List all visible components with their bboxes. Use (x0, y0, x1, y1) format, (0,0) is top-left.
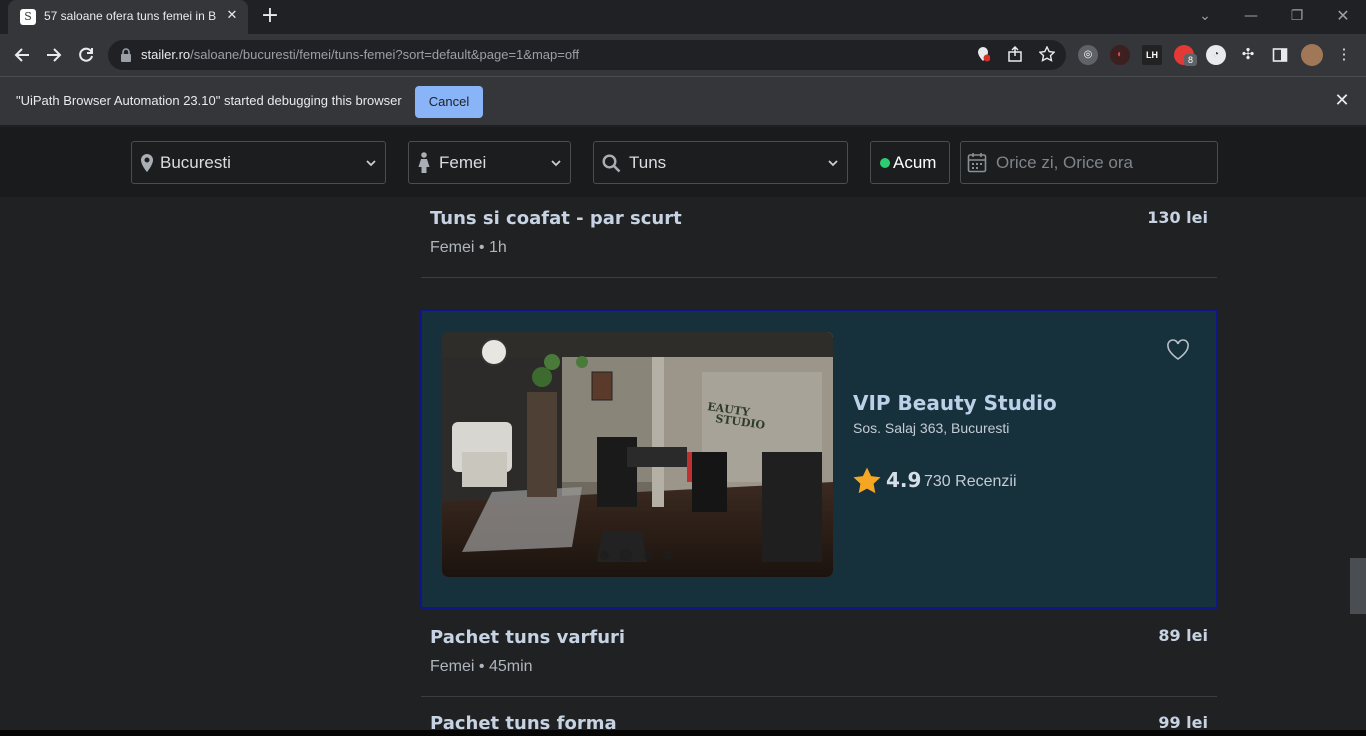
tab-favicon-icon: S (20, 9, 36, 25)
rating-value: 4.9 (886, 468, 922, 492)
now-label: Acum (893, 153, 937, 172)
restore-button[interactable]: ❐ (1285, 5, 1309, 27)
window-close-button[interactable]: ✕ (1331, 5, 1355, 27)
url-domain: stailer.ro (141, 47, 191, 62)
lock-icon[interactable] (120, 48, 132, 62)
service-meta: Femei • 45min (430, 658, 533, 675)
extension-red-icon[interactable]: ◐ (1110, 45, 1130, 65)
chevron-down-icon (828, 160, 838, 167)
service-price: 99 lei (1158, 713, 1208, 730)
browser-toolbar: stailer.ro/saloane/bucuresti/femei/tuns-… (0, 34, 1366, 76)
date-time-placeholder: Orice zi, Orice ora (996, 153, 1133, 172)
service-meta: Femei • 1h (430, 239, 507, 256)
star-icon (853, 467, 881, 494)
carousel-dot[interactable] (664, 551, 673, 560)
salon-address: Sos. Salaj 363, Bucuresti (853, 420, 1010, 436)
service-title[interactable]: Pachet tuns varfuri (430, 627, 625, 648)
new-tab-button[interactable]: + (258, 5, 282, 29)
service-price: 89 lei (1158, 626, 1208, 645)
service-title[interactable]: Tuns si coafat - par scurt (430, 208, 682, 229)
salon-card[interactable]: EAUTY STUDIO VIP Beauty Studio Sos. Sala… (420, 309, 1218, 609)
tab-title: 57 saloane ofera tuns femei in B (44, 9, 217, 23)
service-select[interactable]: Tuns (593, 141, 848, 184)
bottom-edge (0, 730, 1366, 736)
date-time-input[interactable]: Orice zi, Orice ora (960, 141, 1218, 184)
infobar-message: "UiPath Browser Automation 23.10" starte… (16, 93, 402, 108)
divider (421, 696, 1217, 697)
search-filter-bar: Bucuresti Femei Tuns Acum Orice zi, Oric… (0, 127, 1366, 197)
extension-badge-count: 8 (1184, 54, 1197, 66)
service-price: 130 lei (1147, 208, 1208, 227)
forward-button[interactable] (42, 43, 66, 67)
tab-close-icon[interactable]: ✕ (224, 8, 240, 24)
extension-badge-icon[interactable]: 8 (1174, 45, 1197, 66)
extension-clock-icon[interactable]: ◔ (1206, 45, 1226, 65)
cancel-button[interactable]: Cancel (415, 86, 483, 118)
carousel-dot[interactable] (644, 551, 653, 560)
infobar-close-icon[interactable]: ✕ (1332, 91, 1352, 111)
chevron-down-icon (366, 160, 376, 167)
now-toggle-button[interactable]: Acum (870, 141, 950, 184)
url-path: /saloane/bucuresti/femei/tuns-femei?sort… (190, 47, 580, 62)
minimize-button[interactable]: — (1239, 5, 1263, 27)
now-status-dot (880, 158, 890, 168)
scrollbar-thumb[interactable] (1350, 558, 1366, 614)
tab-strip: S 57 saloane ofera tuns femei in B ✕ + ⌄… (0, 0, 1366, 34)
profile-avatar[interactable] (1301, 44, 1323, 66)
browser-tab[interactable]: S 57 saloane ofera tuns femei in B ✕ (8, 0, 248, 34)
service-title[interactable]: Pachet tuns forma (430, 713, 617, 730)
scrollbar-track[interactable] (1350, 197, 1366, 730)
menu-kebab-icon[interactable]: ⋮ (1334, 45, 1354, 65)
extension-lh-icon[interactable]: LH (1142, 45, 1162, 65)
favorite-heart-icon[interactable] (1166, 339, 1190, 361)
side-panel-icon[interactable] (1270, 45, 1290, 65)
extension-glasses-icon[interactable]: ◎ (1078, 45, 1098, 65)
salon-photo-image: EAUTY STUDIO (442, 332, 833, 577)
gender-select[interactable]: Femei (408, 141, 571, 184)
chevron-down-icon (551, 160, 561, 167)
divider (421, 277, 1217, 278)
carousel-dots (600, 549, 676, 561)
gender-select-value: Femei (439, 153, 487, 172)
reviews-count-link[interactable]: 730 Recenzii (924, 473, 1017, 491)
reload-button[interactable] (74, 43, 98, 67)
results-list: Tuns si coafat - par scurt Femei • 1h 13… (0, 197, 1350, 730)
city-select-value: Bucuresti (160, 153, 231, 172)
service-select-value: Tuns (629, 153, 667, 172)
bookmark-star-icon[interactable] (1038, 45, 1056, 64)
city-select[interactable]: Bucuresti (131, 141, 386, 184)
salon-name[interactable]: VIP Beauty Studio (853, 391, 1057, 415)
location-blocked-icon[interactable] (974, 46, 992, 64)
address-bar[interactable]: stailer.ro/saloane/bucuresti/femei/tuns-… (108, 40, 1066, 70)
location-pin-icon (141, 154, 153, 172)
salon-photo[interactable]: EAUTY STUDIO (442, 332, 833, 577)
url-text[interactable]: stailer.ro/saloane/bucuresti/femei/tuns-… (141, 47, 579, 62)
back-button[interactable] (10, 43, 34, 67)
carousel-dot-active[interactable] (620, 549, 632, 561)
share-icon[interactable] (1006, 45, 1024, 64)
tab-search-icon[interactable]: ⌄ (1193, 5, 1217, 27)
search-icon (602, 154, 621, 173)
calendar-icon (967, 153, 987, 173)
carousel-dot[interactable] (600, 551, 609, 560)
woman-icon (418, 152, 430, 173)
debugging-infobar: "UiPath Browser Automation 23.10" starte… (0, 76, 1366, 126)
extensions-puzzle-icon[interactable]: ✣ (1238, 45, 1258, 65)
